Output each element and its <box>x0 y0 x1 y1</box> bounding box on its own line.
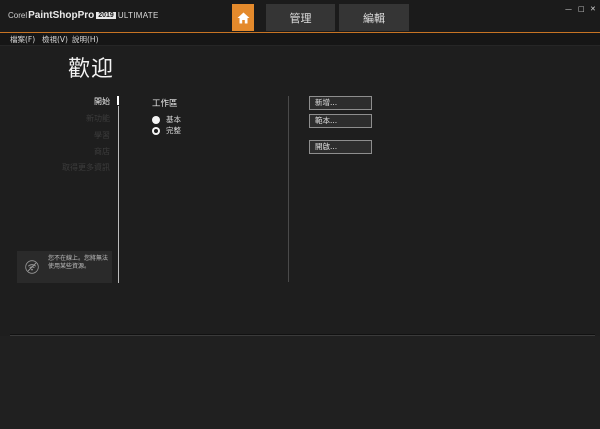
menu-view[interactable]: 檢視(V) <box>42 34 68 45</box>
title-bar: CorelPaintShopPro 2019 ULTIMATE 管理 編輯 — □ … <box>0 0 600 33</box>
maximize-button[interactable]: □ <box>578 5 585 13</box>
brand-edition: ULTIMATE <box>117 11 159 20</box>
nav-rail <box>118 106 119 283</box>
workspace-option-complete[interactable]: 完整 <box>152 126 181 135</box>
minimize-button[interactable]: — <box>565 5 572 13</box>
nav-item-store[interactable]: 商店 <box>94 146 110 157</box>
tab-manage[interactable]: 管理 <box>266 4 335 31</box>
menu-help[interactable]: 說明(H) <box>72 34 99 45</box>
brand-year: 2019 <box>96 12 116 19</box>
offline-notice: 您不在線上。您將無法使用某些資源。 <box>17 251 112 283</box>
radio-complete-label: 完整 <box>166 126 181 135</box>
footer-area <box>0 336 600 429</box>
brand-corel: Corel <box>8 11 28 20</box>
open-button[interactable]: 開啟... <box>309 140 372 154</box>
home-icon <box>237 12 249 23</box>
close-button[interactable]: ✕ <box>590 5 596 13</box>
menu-file[interactable]: 檔案(F) <box>10 34 35 45</box>
brand-pro: Pro <box>77 10 95 21</box>
section-divider <box>288 96 289 282</box>
nav-item-whats-new[interactable]: 新功能 <box>86 113 110 124</box>
workspace-option-basic[interactable]: 基本 <box>152 115 181 124</box>
app-logo: CorelPaintShopPro 2019 ULTIMATE <box>8 10 159 21</box>
template-button[interactable]: 範本... <box>309 114 372 128</box>
radio-complete[interactable] <box>152 126 160 135</box>
nav-item-learn[interactable]: 學習 <box>94 130 110 141</box>
nav-item-more-info[interactable]: 取得更多資訊 <box>62 162 110 173</box>
offline-message: 您不在線上。您將無法使用某些資源。 <box>48 255 109 270</box>
home-tab-button[interactable] <box>232 4 254 31</box>
new-button[interactable]: 新增... <box>309 96 372 110</box>
nav-active-indicator <box>117 96 119 105</box>
brand-name: PaintShop <box>28 10 78 21</box>
no-wifi-icon <box>25 260 39 274</box>
nav-item-start[interactable]: 開始 <box>94 96 110 107</box>
workspace-heading: 工作區 <box>152 99 178 109</box>
menu-bar: 檔案(F) 檢視(V) 說明(H) <box>0 33 600 46</box>
radio-basic-label: 基本 <box>166 115 181 124</box>
radio-basic[interactable] <box>152 115 160 124</box>
tab-edit[interactable]: 編輯 <box>339 4 409 31</box>
page-title: 歡迎 <box>68 57 115 82</box>
